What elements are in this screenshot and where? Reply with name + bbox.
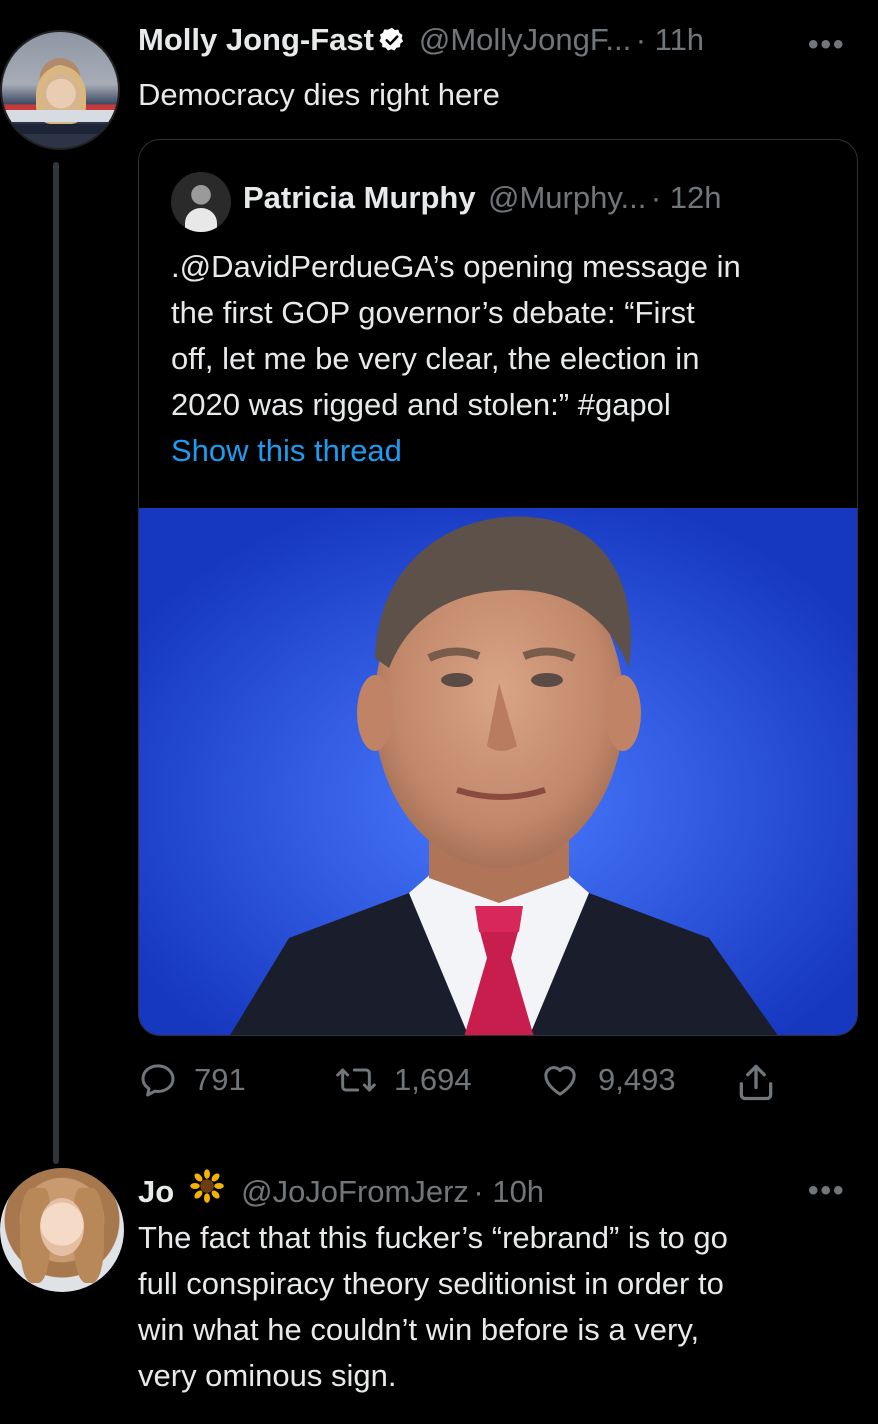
quoted-text-line: off, let me be very clear, the election … <box>171 341 700 376</box>
author-name[interactable]: Molly Jong-Fast <box>138 22 374 57</box>
like-action[interactable]: 9,493 <box>538 1060 676 1100</box>
author-handle[interactable]: @MollyJongF... <box>419 22 631 57</box>
sunflower-emoji-icon <box>189 1168 225 1212</box>
reply-text-line: very ominous sign. <box>138 1358 397 1393</box>
quoted-tweet-header: Patricia Murphy @Murphy... · 12h <box>243 180 722 216</box>
reply-text-line: full conspiracy theory seditionist in or… <box>138 1266 724 1301</box>
author-avatar[interactable] <box>0 30 120 150</box>
quoted-author-avatar <box>171 172 231 232</box>
photo-man-in-suit-icon <box>139 508 857 1035</box>
quoted-text-line: .@DavidPerdueGA’s opening message in <box>171 249 741 284</box>
reply-text-line: win what he couldn’t win before is a ver… <box>138 1312 700 1347</box>
quoted-tweet-photo[interactable] <box>139 508 857 1035</box>
heart-icon <box>544 1066 576 1096</box>
tweet-text: Democracy dies right here <box>138 77 500 112</box>
quoted-tweet-text: .@DavidPerdueGA’s opening message in the… <box>171 244 841 474</box>
reply-header: Jo @JoJoFromJerz · 10h <box>138 1168 544 1212</box>
quoted-timestamp: · 12h <box>650 180 722 215</box>
quoted-text-line: 2020 was rigged and stolen:” #gapol <box>171 387 671 422</box>
quoted-author-handle: @Murphy... <box>488 180 647 215</box>
avatar-shirt <box>185 208 217 232</box>
reply-text-line: The fact that this fucker’s “rebrand” is… <box>138 1220 728 1255</box>
quoted-text-line: the first GOP governor’s debate: “First <box>171 295 695 330</box>
avatar-tv-ticker <box>2 110 118 122</box>
quoted-author-name: Patricia Murphy <box>243 180 476 215</box>
avatar-tv-ticker-lower <box>2 124 118 134</box>
retweet-count: 1,694 <box>394 1062 472 1097</box>
reply-action[interactable]: 791 <box>138 1060 246 1100</box>
reply-count: 791 <box>194 1062 246 1097</box>
reply-author-handle[interactable]: @JoJoFromJerz <box>241 1174 469 1209</box>
more-options-icon[interactable]: ••• <box>808 28 846 62</box>
retweet-action[interactable]: 1,694 <box>334 1060 472 1100</box>
reply-timestamp[interactable]: · 10h <box>473 1174 544 1209</box>
reply-more-options-icon[interactable]: ••• <box>808 1174 846 1208</box>
avatar-face <box>40 1198 84 1256</box>
share-icon <box>739 1064 773 1101</box>
like-count: 9,493 <box>598 1062 676 1097</box>
reply-author-avatar[interactable] <box>0 1168 124 1292</box>
reply-author-name[interactable]: Jo <box>138 1174 174 1209</box>
retweet-icon <box>336 1068 376 1092</box>
tweet-header: Molly Jong-Fast @MollyJongF... · 11h <box>138 22 704 58</box>
reply-text: The fact that this fucker’s “rebrand” is… <box>138 1215 868 1399</box>
share-action[interactable] <box>734 1060 778 1104</box>
verified-badge-icon <box>379 27 404 51</box>
reply-bubble-icon <box>141 1064 175 1097</box>
show-thread-link[interactable]: Show this thread <box>171 428 841 474</box>
tweet-timestamp[interactable]: · 11h <box>636 22 704 57</box>
thread-connector-line <box>53 162 59 1164</box>
quoted-tweet-card[interactable]: Patricia Murphy @Murphy... · 12h .@David… <box>138 139 858 1036</box>
